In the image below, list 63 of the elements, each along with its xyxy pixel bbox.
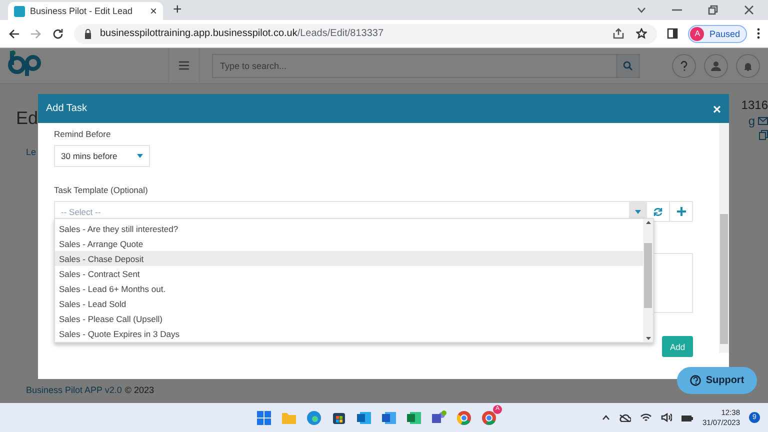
caret-icon (137, 154, 143, 158)
reload-icon[interactable] (52, 28, 64, 40)
add-template-button[interactable] (670, 201, 693, 222)
search-field[interactable]: Type to search... (212, 54, 616, 78)
cloud-icon[interactable] (619, 414, 632, 422)
star-icon[interactable] (636, 28, 648, 39)
dropdown-option[interactable]: Sales - Lead Sold (55, 296, 643, 311)
scroll-down-arrow-icon[interactable] (646, 337, 650, 340)
chevron-down-icon[interactable] (637, 7, 646, 13)
speaker-icon[interactable] (661, 413, 672, 422)
copyright-text: © 2023 (124, 385, 154, 395)
refresh-button[interactable] (647, 201, 670, 222)
dropdown-option[interactable]: Sales - Arrange Quote (55, 236, 643, 251)
search-icon (623, 60, 633, 70)
lead-number: 1316 (741, 98, 768, 112)
windows-start-icon[interactable] (256, 410, 272, 426)
app-logo (8, 49, 42, 77)
dropdown-option[interactable]: Sales - Lead 6+ Months out. (55, 281, 643, 296)
dropdown-option[interactable]: Sales - Are they still interested? (55, 221, 643, 236)
url-text: businesspilottraining.app.businesspilot.co.uk/Leads/Edit/813337 (100, 28, 384, 39)
page-title: Ed (16, 108, 38, 129)
wifi-icon[interactable] (640, 413, 652, 422)
tab-close-button[interactable]: × (150, 4, 157, 18)
back-arrow-icon[interactable] (8, 28, 20, 40)
user-icon[interactable] (711, 60, 721, 70)
lock-icon (84, 28, 92, 38)
menu-icon[interactable] (179, 61, 189, 70)
restore-icon[interactable] (708, 5, 718, 15)
site-favicon (14, 6, 25, 16)
plus-icon (676, 207, 686, 216)
dialog-title: Add Task (46, 103, 87, 114)
close-icon[interactable] (744, 5, 754, 15)
new-tab-button[interactable]: + (173, 1, 182, 18)
scrollbar[interactable] (719, 123, 729, 353)
more-menu-icon[interactable] (757, 28, 760, 39)
help-circle-icon (690, 375, 701, 386)
copy-icon[interactable] (759, 130, 768, 140)
field-label: Task Template (Optional) (54, 185, 149, 195)
help-icon[interactable] (680, 60, 688, 70)
scrollbar[interactable] (643, 219, 653, 342)
refresh-icon (653, 206, 663, 216)
caret-icon (634, 210, 640, 214)
dropdown-option[interactable]: Sales - Chase Deposit (55, 251, 643, 266)
dropdown-option[interactable]: Sales - Please Call (Upsell) (55, 311, 643, 326)
search-button[interactable] (616, 54, 640, 78)
tab-title: Business Pilot - Edit Lead (30, 6, 134, 16)
address-bar[interactable]: businesspilottraining.app.businesspilot.co.uk/Leads/Edit/813337 (74, 24, 658, 44)
chevron-up-icon[interactable] (602, 415, 610, 420)
dropdown-option[interactable]: Sales - Quote Expires in 3 Days (55, 326, 643, 341)
field-label: Remind Before (54, 129, 112, 139)
scroll-up-arrow-icon[interactable] (646, 221, 650, 224)
browser-tab[interactable]: Business Pilot - Edit Lead × (8, 2, 163, 20)
minimize-icon[interactable] (672, 9, 682, 11)
remind-select[interactable]: 30 mins before (54, 145, 150, 167)
envelope-icon[interactable] (758, 117, 768, 125)
side-panel-icon[interactable] (667, 28, 678, 39)
share-icon[interactable] (613, 28, 624, 39)
close-button[interactable]: × (712, 100, 721, 116)
profile-button[interactable]: A Paused (688, 24, 747, 42)
dropdown-option[interactable]: Sales - Contract Sent (55, 266, 643, 281)
battery-icon[interactable] (681, 414, 694, 422)
support-button[interactable]: Support (677, 367, 757, 394)
bell-icon[interactable] (743, 60, 753, 70)
